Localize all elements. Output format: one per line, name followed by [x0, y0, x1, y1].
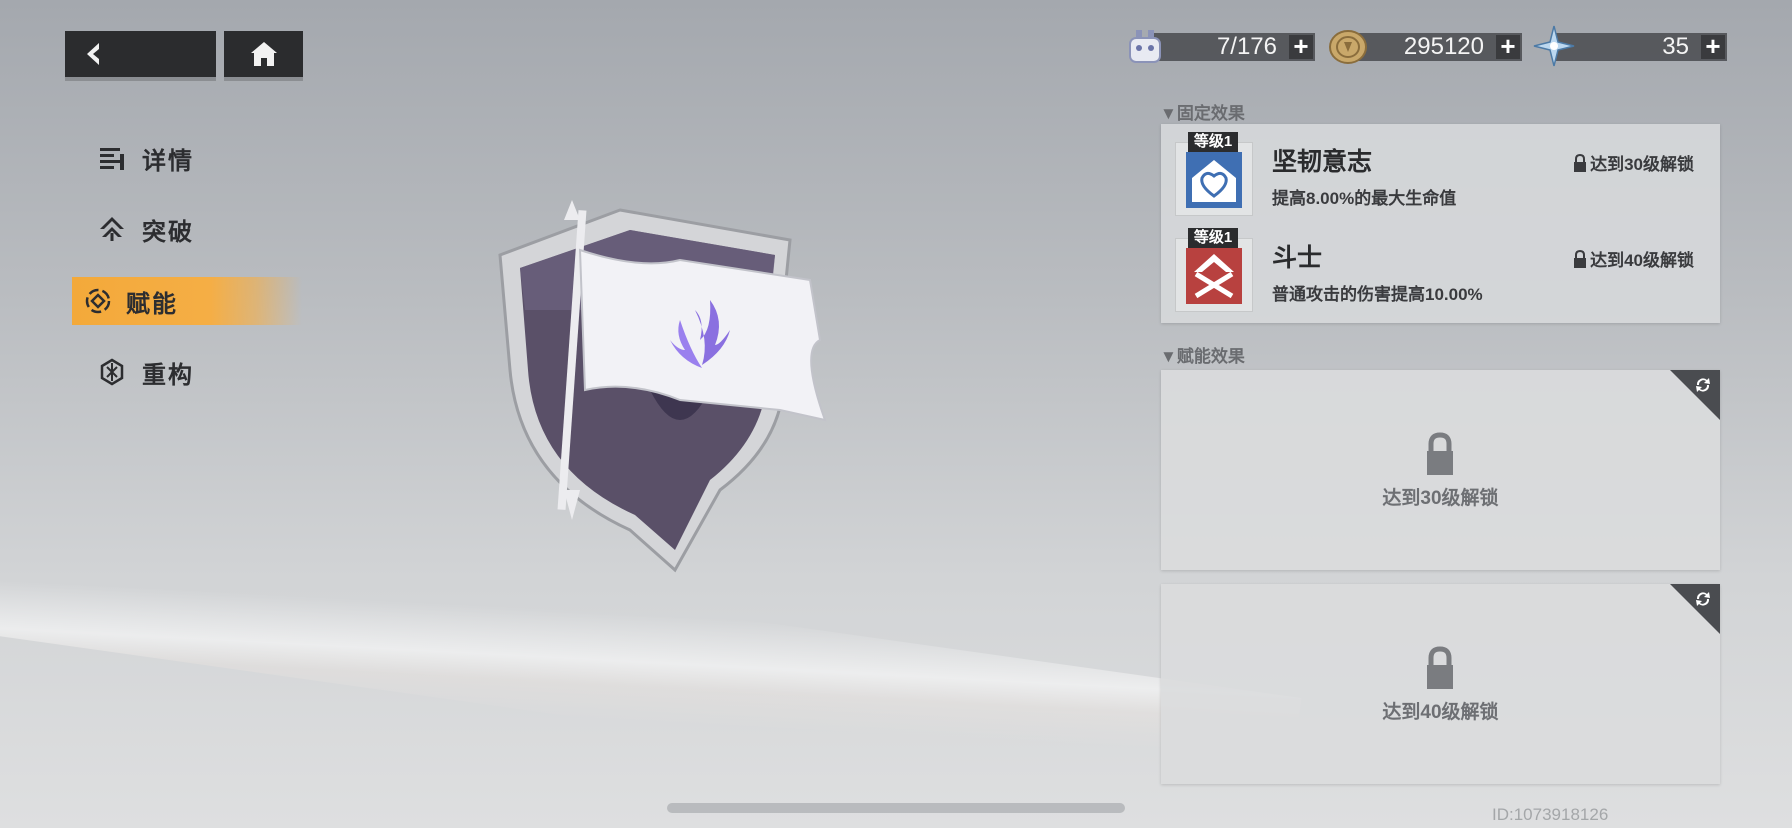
back-button[interactable] — [65, 31, 216, 77]
empower-effects-header: ▼赋能效果 — [1160, 347, 1245, 366]
crystal-icon — [1533, 25, 1575, 67]
unlock-text: 达到40级解锁 — [1590, 251, 1694, 270]
refresh-icon[interactable] — [1692, 588, 1714, 610]
stamina-value: 7/176 — [1216, 33, 1277, 60]
fixed-effects-header: ▼固定效果 — [1160, 104, 1245, 123]
add-coin-button[interactable]: + — [1496, 33, 1520, 59]
menu-item-breakthrough[interactable]: 突破 — [72, 205, 302, 253]
add-stamina-button[interactable]: + — [1289, 33, 1313, 59]
empower-slot-card[interactable]: 达到30级解锁 — [1161, 370, 1720, 570]
back-arrow-icon — [87, 43, 99, 65]
effect-unlock-requirement: 达到40级解锁 — [1573, 246, 1694, 271]
coin-bar: 295120 + — [1352, 33, 1522, 61]
effect-unlock-requirement: 达到30级解锁 — [1573, 150, 1694, 175]
home-button[interactable] — [224, 31, 303, 77]
lock-icon — [1574, 249, 1587, 268]
home-icon — [250, 42, 277, 66]
menu-item-reconstruct[interactable]: 重构 — [72, 348, 302, 396]
fixed-effect-row[interactable]: 等级1 斗士 普通攻击的伤害提高10.00% 达到40级解锁 — [1161, 220, 1720, 312]
crystal-bar: 35 + — [1556, 33, 1727, 61]
stamina-bar: 7/176 + — [1148, 33, 1315, 61]
empower-emblem-image — [498, 200, 827, 573]
menu-item-details[interactable]: 详情 — [72, 134, 302, 182]
lock-icon — [1427, 432, 1453, 475]
effect-description: 提高8.00%的最大生命值 — [1272, 189, 1457, 208]
effect-name: 坚韧意志 — [1272, 148, 1373, 176]
level-tag: 等级1 — [1188, 132, 1238, 152]
crystal-value: 35 — [1662, 33, 1689, 60]
empower-icon — [85, 288, 111, 314]
breakthrough-icon — [100, 217, 124, 241]
menu-label: 赋能 — [126, 290, 178, 318]
unlock-text: 达到30级解锁 — [1382, 488, 1499, 509]
refresh-icon[interactable] — [1692, 374, 1714, 396]
lock-icon — [1427, 646, 1453, 689]
effect-description: 普通攻击的伤害提高10.00% — [1272, 285, 1483, 304]
heart-shield-icon — [1186, 152, 1242, 208]
menu-label: 突破 — [142, 218, 194, 246]
coin-value: 295120 — [1403, 33, 1484, 60]
add-crystal-button[interactable]: + — [1701, 33, 1725, 59]
home-indicator-bar[interactable] — [667, 803, 1125, 813]
lock-icon — [1574, 153, 1587, 172]
unlock-text: 达到30级解锁 — [1590, 155, 1694, 174]
effect-name: 斗士 — [1272, 244, 1323, 272]
unlock-text: 达到40级解锁 — [1382, 702, 1499, 723]
details-icon — [100, 148, 124, 170]
fixed-effects-panel: 等级1 坚韧意志 提高8.00%的最大生命值 达到30级解锁 等级1 斗士 普通… — [1161, 124, 1720, 323]
effect-icon-frame — [1175, 238, 1253, 312]
coin-icon — [1329, 30, 1367, 64]
stamina-icon — [1129, 30, 1161, 63]
empower-slot-card[interactable]: 达到40级解锁 — [1161, 584, 1720, 784]
crossed-swords-icon — [1186, 248, 1242, 304]
player-id: ID:1073918126 — [1492, 805, 1609, 824]
menu-label: 详情 — [142, 147, 194, 175]
reconstruct-icon — [100, 358, 124, 386]
effect-icon-frame — [1175, 142, 1253, 216]
menu-label: 重构 — [142, 361, 194, 389]
level-tag: 等级1 — [1188, 228, 1238, 248]
fixed-effect-row[interactable]: 等级1 坚韧意志 提高8.00%的最大生命值 达到30级解锁 — [1161, 124, 1720, 216]
menu-item-empower[interactable]: 赋能 — [72, 277, 302, 325]
